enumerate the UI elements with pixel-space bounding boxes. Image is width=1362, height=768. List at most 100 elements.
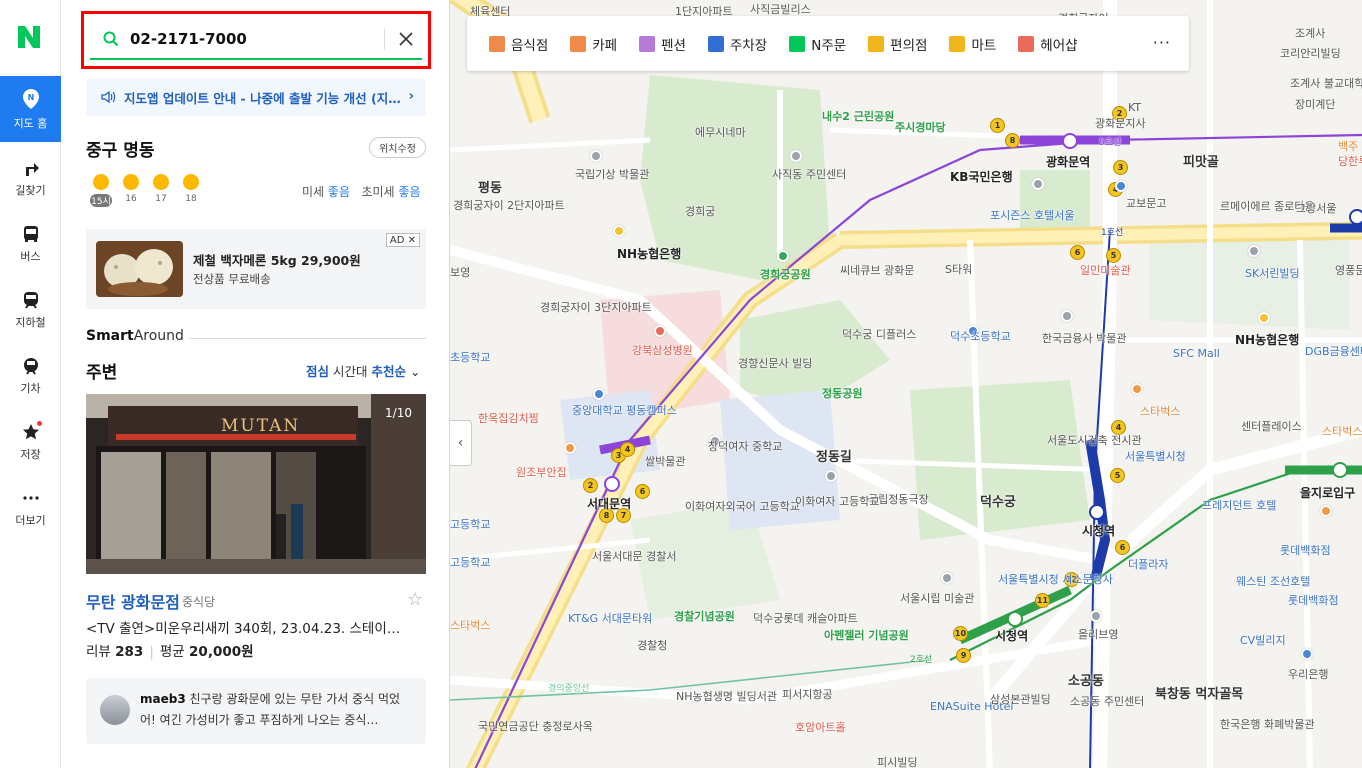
poi-marker[interactable] [1115, 180, 1127, 192]
category-label: 편의점 [890, 37, 928, 54]
search-input[interactable] [130, 28, 380, 50]
poi-marker[interactable] [1061, 310, 1073, 322]
rail-map-home[interactable]: N 지도 홈 [0, 76, 61, 142]
map-label: 장미계단 [1295, 98, 1336, 111]
filter-recommend[interactable]: 추천순 [372, 364, 407, 379]
place-category: 중식당 [182, 595, 216, 609]
map-label: 국민연금공단 충정로사옥 [478, 720, 593, 733]
poi-marker[interactable] [654, 325, 666, 337]
poi-marker[interactable] [564, 442, 576, 454]
place-photo[interactable]: MUTAN 1/10 [86, 394, 426, 574]
close-icon[interactable] [394, 27, 418, 51]
smart-around-rest: Around [133, 328, 184, 344]
map-label: NH농협생명 빌딩서관 [676, 690, 777, 703]
map-label: 정동길 [816, 450, 852, 465]
map-canvas[interactable]: 1 8 2 3 4 6 5 3 4 2 6 7 8 4 5 6 12 11 10… [450, 0, 1362, 768]
poi-marker[interactable] [1258, 312, 1270, 324]
ad-title: 제철 백자메론 5kg 29,900원 [193, 253, 361, 268]
rail-train[interactable]: 기차 [0, 343, 61, 409]
category-pension[interactable]: 펜션 [639, 34, 686, 54]
panel-collapse-button[interactable]: ‹ [450, 420, 472, 466]
map-label: 서울도시건축 전시관 [1047, 434, 1142, 447]
poi-marker[interactable] [777, 250, 789, 262]
bus-icon [23, 225, 38, 242]
map-label: 덕수궁 디플러스 [842, 328, 917, 341]
rail-bus[interactable]: 버스 [0, 211, 61, 277]
rail-label: 지도 홈 [13, 116, 48, 130]
side-panel: 지도앱 업데이트 안내 - 나중에 출발 기능 개선 (지… › 중구 명동 위… [61, 0, 450, 768]
chevron-right-icon: › [408, 89, 414, 104]
more-icon [22, 495, 39, 500]
rail-label: 지하철 [15, 315, 46, 329]
rail-subway[interactable]: 지하철 [0, 277, 61, 343]
store-icon [868, 35, 885, 52]
map-label: 고등학교 [450, 556, 491, 569]
map-label: 롯데백화점 [1280, 544, 1331, 557]
map-label: DGB금융센터 [1305, 345, 1362, 358]
favorite-star-icon[interactable]: ☆ [407, 589, 423, 610]
map-label: SK서린빌딩 [1245, 267, 1300, 280]
poi-marker[interactable] [1248, 245, 1260, 257]
more-icon[interactable]: ··· [1153, 33, 1171, 52]
category-parking[interactable]: 주차장 [707, 34, 768, 54]
category-convenience[interactable]: 편의점 [868, 34, 927, 54]
review-count: 283 [115, 644, 144, 660]
search-icon [103, 31, 119, 47]
map-label: 경희궁공원 [760, 268, 811, 281]
weather-hour: 18 [185, 194, 197, 204]
place-meta: 리뷰 283 | 평균 20,000원 [86, 644, 254, 660]
map-label: 그랑서울 [1296, 202, 1337, 215]
category-label: 음식점 [511, 37, 549, 54]
category-hair[interactable]: 헤어샵 [1018, 34, 1078, 54]
chevron-down-icon: ⌄ [410, 364, 421, 379]
map-label: 삼성본관빌딩 [990, 693, 1051, 706]
map-label: 창덕여자 중학교 [708, 440, 783, 453]
update-notice-banner[interactable]: 지도앱 업데이트 안내 - 나중에 출발 기능 개선 (지… › [86, 78, 426, 116]
poi-marker[interactable] [1032, 178, 1044, 190]
filter-lunch[interactable]: 점심 [306, 364, 329, 379]
ad-banner[interactable]: 제철 백자메론 5kg 29,900원 전상품 무료배송 AD ✕ [86, 229, 426, 309]
map-label: 이화여자외국어 고등학교 [685, 500, 800, 513]
category-label: 주차장 [729, 37, 768, 54]
parking-icon [707, 35, 724, 52]
location-edit-button[interactable]: 위치수정 [369, 137, 426, 158]
poi-marker[interactable] [1320, 505, 1332, 517]
ad-tag[interactable]: AD ✕ [385, 233, 420, 247]
directions-icon [25, 162, 39, 176]
poi-marker[interactable] [1301, 648, 1313, 660]
poi-marker[interactable] [941, 572, 953, 584]
rail-saved[interactable]: 저장 [0, 409, 61, 475]
rail-more[interactable]: 더보기 [0, 475, 61, 541]
poi-marker[interactable] [1090, 610, 1102, 622]
category-cafe[interactable]: 카페 [570, 34, 617, 54]
line-label: 2호선 [910, 655, 933, 665]
map-label: 스타벅스 [1322, 425, 1362, 438]
category-label: 마트 [971, 37, 997, 54]
line-label: 경의중앙선 [548, 684, 590, 694]
map-label: 정동공원 [822, 387, 863, 400]
location-title: 중구 명동 [86, 141, 155, 161]
map-label: 우리은행 [1288, 668, 1329, 681]
category-restaurant[interactable]: 음식점 [489, 34, 548, 54]
search-box[interactable] [90, 20, 422, 60]
naver-logo[interactable] [16, 24, 42, 50]
poi-marker[interactable] [1131, 383, 1143, 395]
map-label: 씨네큐브 광화문 [840, 264, 915, 277]
map-label: 당한루 [1338, 155, 1362, 168]
poi-marker[interactable] [593, 388, 605, 400]
poi-marker[interactable] [790, 150, 802, 162]
place-name[interactable]: 무탄 광화문점 [86, 589, 180, 613]
dust-value: 좋음 [327, 185, 351, 199]
nearby-filter[interactable]: 점심 시간대 추천순 ⌄ [306, 361, 420, 380]
rail-directions[interactable]: 길찾기 [0, 145, 61, 211]
category-mart[interactable]: 마트 [949, 34, 996, 54]
poi-marker[interactable] [613, 225, 625, 237]
map-label: 더플라자 [1128, 558, 1169, 571]
poi-marker[interactable] [825, 470, 837, 482]
map-label: 경희궁 [685, 205, 716, 218]
poi-marker[interactable] [590, 150, 602, 162]
review-card[interactable]: maeb3 친구랑 광화문에 있는 무탄 가서 중식 먹었어! 여긴 가성비가 … [86, 678, 426, 744]
map-label: 한국금융사 박물관 [1042, 332, 1127, 345]
map-label: 영풍문고 [1335, 264, 1362, 277]
category-norder[interactable]: N주문 [789, 34, 846, 54]
